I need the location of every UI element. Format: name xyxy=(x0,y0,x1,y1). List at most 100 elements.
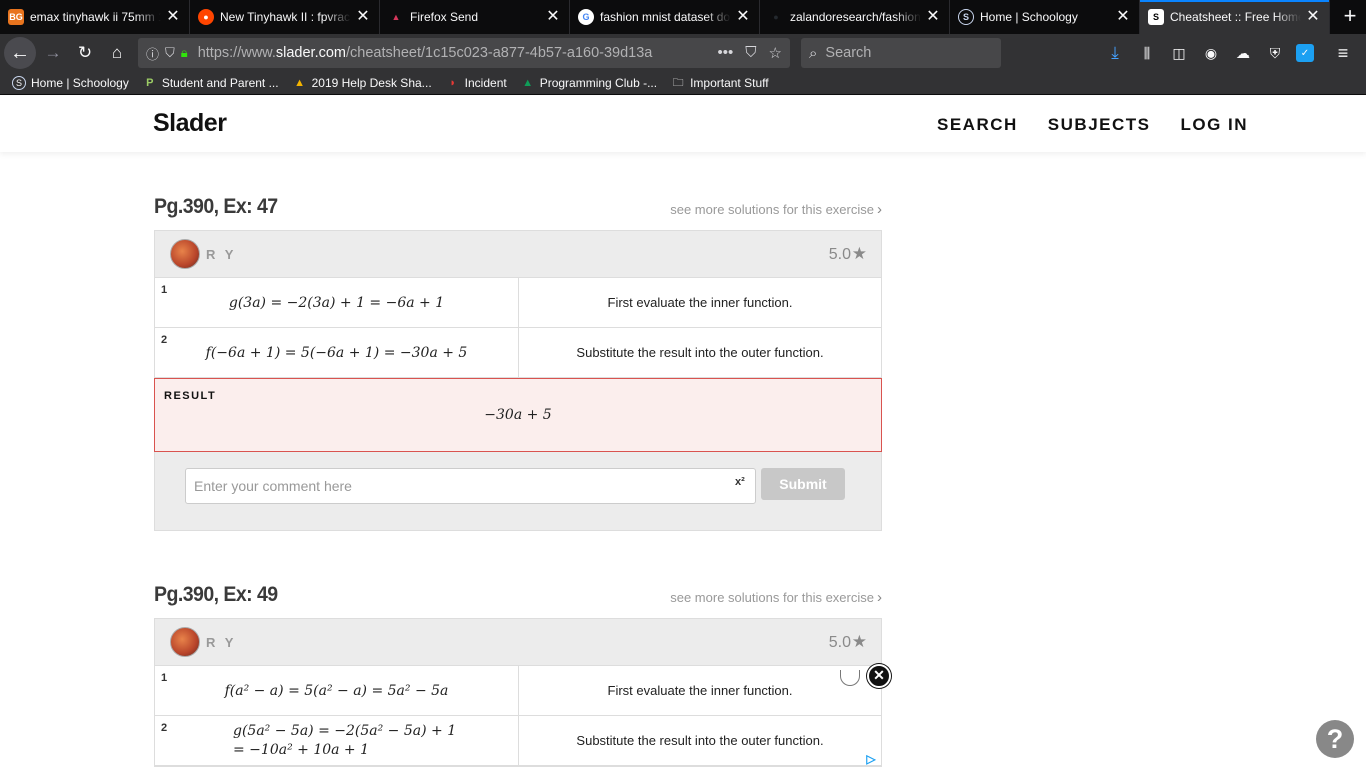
more-solutions-link[interactable]: see more solutions for this exercise › xyxy=(670,201,882,218)
reload-icon: ↻ xyxy=(77,43,93,62)
tab-reddit[interactable]: ● New Tinyhawk II : fpvraci ✕ xyxy=(190,0,380,34)
folder-icon: 🗀 xyxy=(672,76,684,89)
step-explanation: Substitute the result into the outer fun… xyxy=(576,345,824,360)
bookmark-incident[interactable]: ◗ Incident xyxy=(446,76,506,90)
bookmark-folder-important[interactable]: 🗀 Important Stuff xyxy=(671,76,769,90)
more-solutions-link[interactable]: see more solutions for this exercise › xyxy=(670,589,882,606)
tab-title: New Tinyhawk II : fpvraci xyxy=(220,10,351,24)
tab-title: Cheatsheet :: Free Home xyxy=(1170,10,1301,24)
bookmark-star-icon[interactable]: ☆ xyxy=(769,44,782,62)
close-icon[interactable]: ✕ xyxy=(1305,9,1321,25)
author-name[interactable]: R Y xyxy=(206,247,236,262)
github-icon: ● xyxy=(773,12,779,22)
bookmark-student-parent[interactable]: P Student and Parent ... xyxy=(143,76,278,90)
nav-login-link[interactable]: LOG IN xyxy=(1180,115,1248,135)
close-icon[interactable]: ✕ xyxy=(1115,9,1131,25)
star-icon: ★ xyxy=(851,632,867,651)
info-icon[interactable]: ⓘ xyxy=(146,44,159,63)
tab-title: emax tinyhawk ii 75mm 1 xyxy=(30,10,161,24)
math-line: g(5a² − 5a) = −2(5a² − 5a) + 1 xyxy=(233,722,457,739)
exercise-49: Pg.390, Ex: 49 see more solutions for th… xyxy=(154,583,882,767)
url-bar[interactable]: ⓘ ⛉ 🔒︎ https://www.slader.com/cheatsheet… xyxy=(138,38,790,68)
step-explanation: Substitute the result into the outer fun… xyxy=(576,733,824,748)
avatar[interactable] xyxy=(170,239,200,269)
result-box: RESULT −30a + 5 xyxy=(154,378,882,452)
google-drive-icon: ▲ xyxy=(294,77,306,89)
tab-title: zalandoresearch/fashion xyxy=(790,10,921,24)
google-drive-icon: ▲ xyxy=(522,77,534,89)
page-actions-icon[interactable]: ••• xyxy=(718,44,734,62)
tab-schoology[interactable]: S Home | Schoology ✕ xyxy=(950,0,1140,34)
bookmarks-toolbar: S Home | Schoology P Student and Parent … xyxy=(0,72,1366,95)
bookmark-programming-club[interactable]: ▲ Programming Club -... xyxy=(521,76,657,90)
arrow-right-icon: → xyxy=(44,43,62,62)
step-math: g(5a² − 5a) = −2(5a² − 5a) + 1 = −10a² +… xyxy=(155,716,519,765)
banggood-icon: BG xyxy=(8,9,24,25)
solution-step: 1 g(3a) = −2(3a) + 1 = −6a + 1 First eva… xyxy=(155,278,881,328)
rating-value: 5.0 xyxy=(828,246,851,263)
author-name[interactable]: R Y xyxy=(206,635,236,650)
solution-step: 1 f(a² − a) = 5(a² − a) = 5a² − 5a First… xyxy=(155,666,881,716)
step-math: f(a² − a) = 5(a² − a) = 5a² − 5a xyxy=(155,666,519,715)
firefox-send-icon: ▲ xyxy=(391,12,401,22)
navigation-toolbar: ← → ↻ ⌂ ⓘ ⛉ 🔒︎ https://www.slader.com/ch… xyxy=(0,34,1366,72)
shield-icon[interactable]: ⛉ xyxy=(165,45,175,61)
slader-icon: S xyxy=(1148,9,1164,25)
search-bar[interactable]: ⌕ Search xyxy=(801,38,1001,68)
incident-icon: ◗ xyxy=(449,77,456,89)
solution-step: 2 f(−6a + 1) = 5(−6a + 1) = −30a + 5 Sub… xyxy=(155,328,881,378)
bookmark-schoology[interactable]: S Home | Schoology xyxy=(12,76,129,90)
close-icon[interactable]: ✕ xyxy=(925,9,941,25)
close-icon[interactable]: ✕ xyxy=(545,9,561,25)
library-icon[interactable]: ⫼ xyxy=(1136,42,1158,64)
extension-icon[interactable]: ☁ xyxy=(1232,42,1254,64)
reload-button[interactable]: ↻ xyxy=(70,38,100,68)
superscript-button[interactable]: x² xyxy=(735,476,745,488)
tab-emax[interactable]: BG emax tinyhawk ii 75mm 1 ✕ xyxy=(0,0,190,34)
rating-value: 5.0 xyxy=(828,634,851,651)
extension-blue-icon[interactable]: ✓ xyxy=(1296,44,1314,62)
account-icon[interactable]: ◉ xyxy=(1200,42,1222,64)
pocket-icon[interactable]: ⛉ xyxy=(745,44,756,62)
comment-input[interactable] xyxy=(185,468,756,504)
url-text[interactable]: https://www.slader.com/cheatsheet/1c15c0… xyxy=(198,45,710,61)
ad-close-button[interactable]: ✕ xyxy=(867,664,891,688)
tab-cheatsheet[interactable]: S Cheatsheet :: Free Home ✕ xyxy=(1140,0,1330,34)
back-button[interactable]: ← xyxy=(4,37,36,69)
close-icon[interactable]: ✕ xyxy=(735,9,751,25)
google-icon: G xyxy=(578,9,594,25)
tab-title: fashion mnist dataset do xyxy=(600,10,731,24)
step-explanation: First evaluate the inner function. xyxy=(607,683,793,698)
tab-github[interactable]: ● zalandoresearch/fashion ✕ xyxy=(760,0,950,34)
chevron-right-icon: › xyxy=(877,589,882,606)
sidebar-icon[interactable]: ◫ xyxy=(1168,42,1190,64)
solution-step: 2 g(5a² − 5a) = −2(5a² − 5a) + 1 = −10a²… xyxy=(155,716,881,766)
chevron-right-icon: › xyxy=(877,201,882,218)
new-tab-button[interactable]: + xyxy=(1334,0,1366,34)
nav-subjects-link[interactable]: SUBJECTS xyxy=(1048,115,1151,135)
home-button[interactable]: ⌂ xyxy=(102,38,132,68)
close-icon[interactable]: ✕ xyxy=(355,9,371,25)
reddit-icon: ● xyxy=(198,9,214,25)
ublock-icon[interactable]: ⛨ xyxy=(1264,42,1286,64)
help-button[interactable]: ? xyxy=(1316,720,1354,758)
download-icon[interactable]: ⤓ xyxy=(1104,42,1126,64)
lock-icon[interactable]: 🔒︎ xyxy=(181,45,188,61)
nav-search-link[interactable]: SEARCH xyxy=(937,115,1018,135)
tab-google[interactable]: G fashion mnist dataset do ✕ xyxy=(570,0,760,34)
bookmark-help-desk[interactable]: ▲ 2019 Help Desk Sha... xyxy=(293,76,432,90)
forward-button[interactable]: → xyxy=(38,38,68,68)
schoology-icon: S xyxy=(12,76,26,90)
comment-form: x² Submit xyxy=(155,452,881,530)
submit-button[interactable]: Submit xyxy=(761,468,845,500)
site-header: Slader SEARCH SUBJECTS LOG IN xyxy=(0,96,1366,152)
exercise-title: Pg.390, Ex: 49 xyxy=(154,583,278,606)
hamburger-menu-icon[interactable]: ≡ xyxy=(1332,42,1354,64)
tab-firefox-send[interactable]: ▲ Firefox Send ✕ xyxy=(380,0,570,34)
avatar[interactable] xyxy=(170,627,200,657)
adchoices-icon[interactable]: ▷ xyxy=(862,752,880,768)
powerschool-icon: P xyxy=(146,77,154,89)
tab-strip: BG emax tinyhawk ii 75mm 1 ✕ ● New Tinyh… xyxy=(0,0,1366,34)
slader-logo[interactable]: Slader xyxy=(153,109,227,138)
close-icon[interactable]: ✕ xyxy=(165,9,181,25)
